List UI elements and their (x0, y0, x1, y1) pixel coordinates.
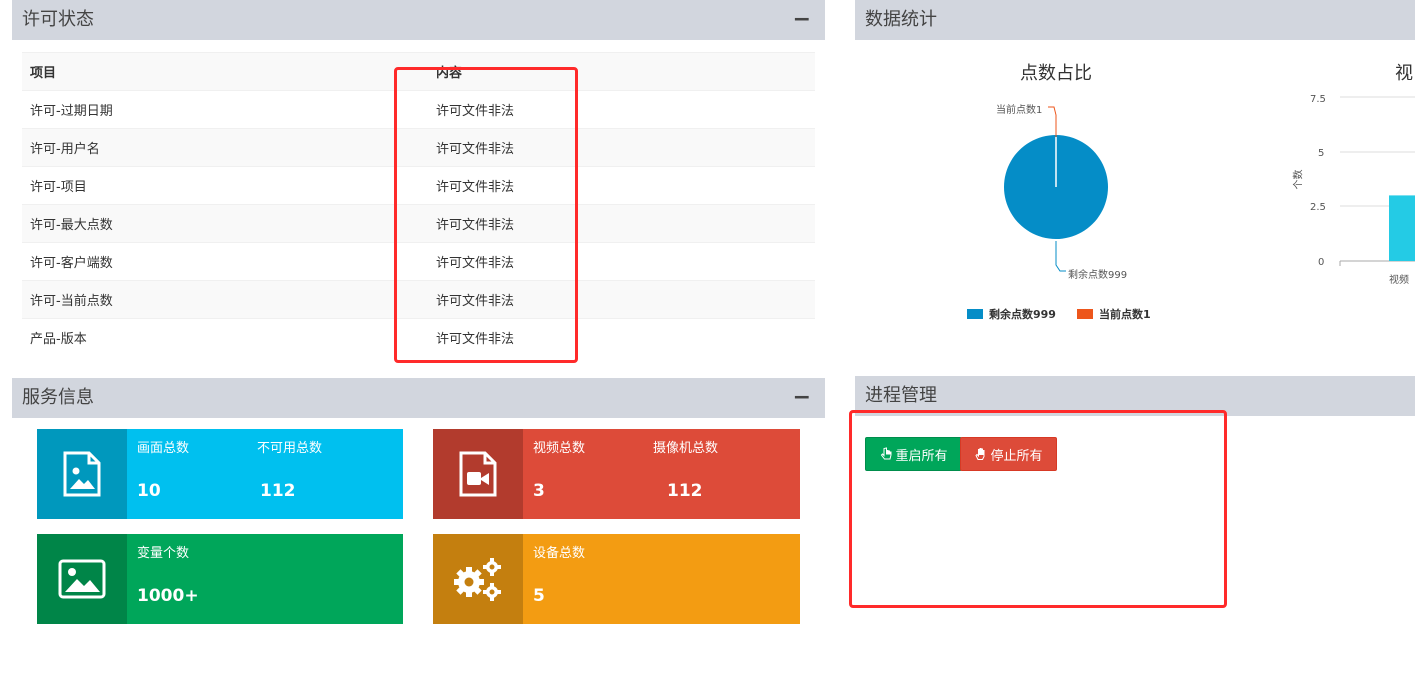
label-video-total: 视频总数 (533, 441, 586, 456)
restart-all-label: 重启所有 (895, 448, 948, 464)
label-unavailable-total: 不可用总数 (257, 441, 323, 456)
bar-chart-title: 视 (1395, 63, 1413, 84)
legend-label-remaining: 剩余点数999 (989, 308, 1056, 321)
process-panel: 进程管理 (855, 376, 1415, 416)
table-row: 许可-客户端数 许可文件非法 (22, 242, 815, 281)
value-video-total: 3 (533, 481, 545, 501)
service-panel-header: 服务信息 − (12, 378, 825, 418)
bar-video[interactable] (1389, 195, 1415, 261)
value-unavailable-total: 112 (260, 481, 296, 501)
table-row: 许可-过期日期 许可文件非法 (22, 90, 815, 129)
license-table: 项目 内容 许可-过期日期 许可文件非法 许可-用户名 许可文件非法 许可-项目 许可… (22, 52, 815, 356)
table-row: 许可-用户名 许可文件非法 (22, 128, 815, 167)
hand-pointer-icon (881, 447, 892, 460)
license-panel: 许可状态 − (12, 0, 825, 40)
column-header-content: 内容 (428, 52, 815, 91)
row-item: 许可-项目 (22, 166, 428, 205)
table-row: 许可-最大点数 许可文件非法 (22, 204, 815, 243)
label-camera-total: 摄像机总数 (653, 441, 719, 456)
legend-swatch-current (1077, 309, 1093, 319)
row-item: 产品-版本 (22, 318, 428, 356)
row-content: 许可文件非法 (428, 204, 815, 243)
row-item: 许可-最大点数 (22, 204, 428, 243)
label-variable-count: 变量个数 (137, 546, 190, 561)
stats-panel: 数据统计 (855, 0, 1415, 40)
y-tick-label: 2.5 (1310, 202, 1326, 213)
pie-label-line-remaining (1055, 241, 1066, 272)
table-row: 许可-项目 许可文件非法 (22, 166, 815, 205)
table-row: 许可-当前点数 许可文件非法 (22, 280, 815, 319)
pie-chart (1004, 106, 1109, 272)
row-item: 许可-过期日期 (22, 90, 428, 129)
value-screen-total: 10 (137, 481, 161, 501)
legend-item-current[interactable]: 当前点数1 (1077, 306, 1151, 322)
gears-icon (433, 534, 523, 624)
value-camera-total: 112 (667, 481, 703, 501)
label-screen-total: 画面总数 (137, 441, 190, 456)
stop-all-label: 停止所有 (990, 448, 1043, 464)
pie-chart-title: 点数占比 (1020, 63, 1092, 84)
y-tick-label: 0 (1318, 257, 1325, 268)
process-panel-title: 进程管理 (865, 385, 937, 406)
value-variable-count: 1000+ (137, 586, 199, 606)
stats-panel-title: 数据统计 (865, 9, 937, 30)
table-header-row: 项目 内容 (22, 52, 815, 91)
row-item: 许可-用户名 (22, 128, 428, 167)
service-panel-title: 服务信息 (22, 387, 94, 408)
legend-swatch-remaining (967, 309, 983, 319)
service-panel: 服务信息 − (12, 378, 825, 418)
value-device-total: 5 (533, 586, 545, 606)
picture-icon (37, 534, 127, 624)
info-box-variables[interactable]: 变量个数 1000+ (37, 534, 403, 624)
row-content: 许可文件非法 (428, 242, 815, 281)
info-box-screens[interactable]: 画面总数 不可用总数 10 112 (37, 429, 403, 519)
y-tick-label: 5 (1318, 148, 1325, 159)
license-panel-header: 许可状态 − (12, 0, 825, 40)
table-row: 产品-版本 许可文件非法 (22, 318, 815, 356)
legend-label-current: 当前点数1 (1099, 308, 1151, 321)
row-content: 许可文件非法 (428, 280, 815, 319)
column-header-item: 项目 (22, 52, 428, 91)
info-box-devices[interactable]: 设备总数 5 (433, 534, 800, 624)
pie-data-label-current: 当前点数1 (996, 105, 1043, 116)
service-collapse-button[interactable]: − (793, 378, 811, 418)
stop-all-button[interactable]: 停止所有 (960, 437, 1057, 471)
legend-item-remaining[interactable]: 剩余点数999 (967, 306, 1056, 322)
row-content: 许可文件非法 (428, 90, 815, 129)
row-content: 许可文件非法 (428, 318, 815, 356)
stats-panel-header: 数据统计 (855, 0, 1415, 40)
restart-all-button[interactable]: 重启所有 (865, 437, 962, 471)
row-content: 许可文件非法 (428, 166, 815, 205)
row-item: 许可-当前点数 (22, 280, 428, 319)
process-panel-header: 进程管理 (855, 376, 1415, 416)
row-content: 许可文件非法 (428, 128, 815, 167)
x-tick-label: 视频 (1389, 275, 1409, 286)
y-axis-title: 个数 (1293, 169, 1305, 190)
license-panel-title: 许可状态 (22, 9, 94, 30)
y-tick-label: 7.5 (1310, 94, 1326, 105)
bar-chart (1339, 96, 1415, 266)
license-collapse-button[interactable]: − (793, 0, 811, 40)
row-item: 许可-客户端数 (22, 242, 428, 281)
info-box-videos[interactable]: 视频总数 摄像机总数 3 112 (433, 429, 800, 519)
image-file-icon (37, 429, 127, 519)
label-device-total: 设备总数 (533, 546, 586, 561)
video-file-icon (433, 429, 523, 519)
pie-data-label-remaining: 剩余点数999 (1068, 270, 1128, 281)
hand-stop-icon (975, 448, 985, 460)
